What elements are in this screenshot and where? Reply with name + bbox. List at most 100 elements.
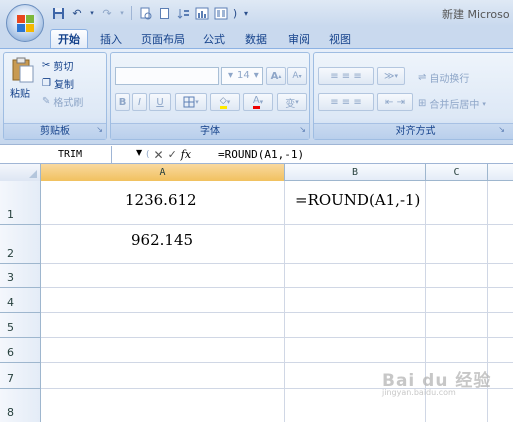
cell-b2[interactable] [285,225,426,264]
tab-home[interactable]: 开始 [50,29,88,48]
cancel-icon[interactable]: ✕ [154,148,164,162]
grow-font-button[interactable]: A ▴ [266,67,286,85]
cell-c6[interactable] [426,338,488,363]
font-color-button[interactable]: A ▾ [243,93,273,111]
window-icon[interactable] [213,5,229,21]
tab-formulas[interactable]: 公式 [197,29,231,48]
cut-button[interactable]: ✂ 剪切 [42,58,73,73]
cell-d7[interactable] [488,363,513,389]
insert-function-icon[interactable]: fx [181,148,191,161]
tab-data[interactable]: 数据 [239,29,273,48]
orientation-button[interactable]: ≫ ▾ [377,67,405,85]
cell-d3[interactable] [488,264,513,288]
column-header-b[interactable]: B [285,164,426,181]
row-header-1[interactable]: 1 [0,181,41,225]
row-header-4[interactable]: 4 [0,288,41,313]
cell-c1[interactable] [426,181,488,225]
underline-button[interactable]: U [149,93,171,111]
cell-a3[interactable] [41,264,285,288]
row-header-6[interactable]: 6 [0,338,41,363]
font-size-box[interactable]: ▾ 14 ▾ [221,67,263,85]
cell-a7[interactable] [41,363,285,389]
row-header-2[interactable]: 2 [0,225,41,264]
row-header-3[interactable]: 3 [0,264,41,288]
column-header-next[interactable] [488,164,513,181]
redo-icon[interactable]: ↷ [99,5,115,21]
shrink-font-button[interactable]: A ▾ [287,67,307,85]
dropdown-arrow-icon: ▾ [228,70,234,81]
cell-a2[interactable]: 962.145 [41,225,285,264]
merge-center-button[interactable]: ⊞ 合并后居中 ▾ [418,96,486,111]
cell-a8[interactable] [41,389,285,422]
tab-review[interactable]: 审阅 [282,29,316,48]
cell-a4[interactable] [41,288,285,313]
wrap-text-button[interactable]: ⇌ 自动换行 [418,70,469,85]
undo-icon[interactable]: ↶ [69,5,85,21]
row-header-8[interactable]: 8 [0,389,41,422]
format-painter-button[interactable]: ✎ 格式刷 [42,94,83,109]
cell-a6[interactable] [41,338,285,363]
dropdown-arrow-icon[interactable]: ▾ [118,5,126,21]
cell-d1[interactable] [488,181,513,225]
select-all-button[interactable] [0,164,41,181]
name-box[interactable]: TRIM [4,146,112,163]
cell-c5[interactable] [426,313,488,338]
align-top-icon: ≡ [330,70,339,82]
formula-input[interactable]: =ROUND(A1,-1) [218,146,304,163]
horizontal-align-buttons[interactable]: ≡ ≡ ≡ [318,93,374,111]
tab-view[interactable]: 视图 [323,29,357,48]
cell-c4[interactable] [426,288,488,313]
dialog-launcher-icon[interactable]: ↘ [96,122,103,137]
decrease-indent-icon: ⇤ [385,96,394,108]
paste-label: 粘贴 [10,89,30,100]
align-center-icon: ≡ [341,96,351,108]
chart-icon[interactable] [194,5,210,21]
italic-button[interactable]: I [132,93,147,111]
sort-icon[interactable] [175,5,191,21]
cell-d6[interactable] [488,338,513,363]
indent-buttons[interactable]: ⇤ ⇥ [377,93,413,111]
cell-d4[interactable] [488,288,513,313]
cell-c3[interactable] [426,264,488,288]
save-icon[interactable] [50,5,66,21]
print-preview-icon[interactable] [137,5,153,21]
office-button[interactable] [6,4,44,42]
dialog-launcher-icon[interactable]: ↘ [299,122,306,137]
dropdown-arrow-icon: ▾ [195,98,199,106]
cell-d2[interactable] [488,225,513,264]
cell-b6[interactable] [285,338,426,363]
wrap-text-icon: ⇌ [418,72,427,83]
fill-color-button[interactable]: ◇ ▾ [210,93,240,111]
cell-a5[interactable] [41,313,285,338]
cell-b1[interactable]: =ROUND(A1,-1) [285,181,426,225]
font-name-box[interactable] [115,67,219,85]
dropdown-arrow-icon[interactable]: ▾ [88,5,96,21]
cell-d5[interactable] [488,313,513,338]
watermark-sub-text: jingyan.baidu.com [382,388,456,397]
cell-a1[interactable]: 1236.612 [41,181,285,225]
enter-check-icon[interactable]: ✓ [168,148,177,161]
row-header-7[interactable]: 7 [0,363,41,389]
phonetic-button[interactable]: 变 ▾ [277,93,307,111]
column-header-a[interactable]: A [41,164,285,181]
tab-page-layout[interactable]: 页面布局 [133,29,193,48]
cell-b5[interactable] [285,313,426,338]
cell-d8[interactable] [488,389,513,422]
column-header-c[interactable]: C [426,164,488,181]
customize-toolbar-icon[interactable]: ▾ [241,5,251,21]
cell-b3[interactable] [285,264,426,288]
bold-button[interactable]: B [115,93,130,111]
tab-insert[interactable]: 插入 [94,29,128,48]
border-button[interactable]: ▾ [175,93,207,111]
close-paren-glyph: ) [232,6,238,20]
vertical-align-buttons[interactable]: ≡ ≡ ≡ [318,67,374,85]
paste-button[interactable]: 粘贴 [8,57,38,100]
name-box-dropdown-icon[interactable]: ▼ [136,148,142,157]
cell-c2[interactable] [426,225,488,264]
new-document-icon[interactable] [156,5,172,21]
dialog-launcher-icon[interactable]: ↘ [498,122,505,137]
cell-b4[interactable] [285,288,426,313]
row-header-5[interactable]: 5 [0,313,41,338]
copy-button[interactable]: ❐ 复制 [42,76,74,91]
baidu-watermark: Bai du 经验 jingyan.baidu.com [382,366,491,397]
